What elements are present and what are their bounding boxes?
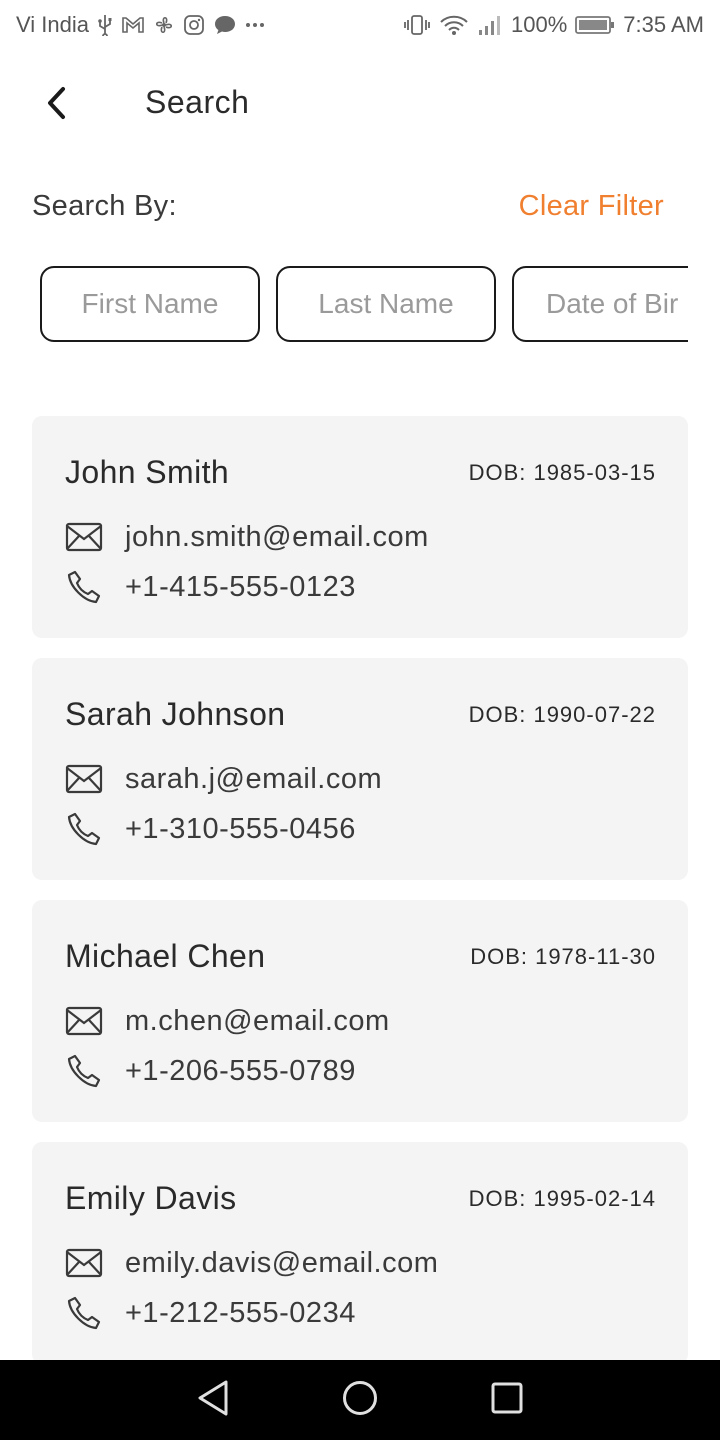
result-email-row: sarah.j@email.com <box>65 760 382 798</box>
filter-chip-date-of-birth[interactable]: Date of Bir <box>512 266 688 342</box>
wifi-icon <box>439 14 469 36</box>
phone-icon <box>65 1294 103 1332</box>
result-phone: +1-212-555-0234 <box>125 1296 356 1329</box>
nav-home-button[interactable] <box>330 1370 390 1430</box>
fan-icon <box>153 14 175 36</box>
phone-icon <box>65 810 103 848</box>
result-email: john.smith@email.com <box>125 520 429 553</box>
status-bar: Vi India 100% 7:35 AM <box>0 0 720 50</box>
nav-recents-button[interactable] <box>477 1370 537 1430</box>
message-icon <box>213 14 237 36</box>
result-card[interactable]: John Smith DOB: 1985-03-15 john.smith@em… <box>32 416 688 638</box>
result-phone-row: +1-212-555-0234 <box>65 1294 356 1332</box>
result-dob: DOB: 1985-03-15 <box>468 460 656 485</box>
results-list: John Smith DOB: 1985-03-15 john.smith@em… <box>32 416 688 1384</box>
result-name: Michael Chen <box>65 938 266 974</box>
more-icon <box>245 22 265 28</box>
result-dob: DOB: 1995-02-14 <box>468 1186 656 1211</box>
mail-icon <box>65 1244 103 1282</box>
chevron-left-icon <box>43 85 71 126</box>
battery-icon <box>575 15 615 35</box>
filter-chip-strip[interactable]: First Name Last Name Date of Bir <box>40 266 688 344</box>
result-phone-row: +1-206-555-0789 <box>65 1052 356 1090</box>
usb-icon <box>97 14 113 36</box>
filter-chip-first-name[interactable]: First Name <box>40 266 260 342</box>
vibrate-icon <box>403 14 431 36</box>
mail-icon <box>65 518 103 556</box>
home-circle-icon <box>341 1379 379 1422</box>
carrier-name: Vi India <box>16 12 89 37</box>
search-by-row: Search By: Clear Filter <box>32 188 664 228</box>
battery-percent: 100% <box>511 12 568 37</box>
nav-back-button[interactable] <box>183 1370 243 1430</box>
result-name: Emily Davis <box>65 1180 237 1216</box>
signal-icon <box>477 14 503 36</box>
result-email: m.chen@email.com <box>125 1004 390 1037</box>
result-email: emily.davis@email.com <box>125 1246 439 1279</box>
phone-icon <box>65 568 103 606</box>
mail-icon <box>65 760 103 798</box>
result-email-row: emily.davis@email.com <box>65 1244 438 1282</box>
gmail-icon <box>121 16 145 34</box>
result-name: John Smith <box>65 454 230 490</box>
result-phone: +1-206-555-0789 <box>125 1054 356 1087</box>
status-right: 100% 7:35 AM <box>403 12 704 38</box>
app-bar: Search <box>0 64 720 148</box>
result-phone-row: +1-415-555-0123 <box>65 568 356 606</box>
result-phone: +1-415-555-0123 <box>125 570 356 603</box>
clock: 7:35 AM <box>623 12 704 37</box>
search-by-label: Search By: <box>32 190 177 222</box>
result-dob: DOB: 1990-07-22 <box>468 702 656 727</box>
result-email: sarah.j@email.com <box>125 762 383 795</box>
back-triangle-icon <box>196 1379 230 1422</box>
mail-icon <box>65 1002 103 1040</box>
result-name: Sarah Johnson <box>65 696 286 732</box>
result-card[interactable]: Sarah Johnson DOB: 1990-07-22 sarah.j@em… <box>32 658 688 880</box>
result-dob: DOB: 1978-11-30 <box>470 944 656 969</box>
page-title: Search <box>145 84 250 120</box>
result-card[interactable]: Emily Davis DOB: 1995-02-14 emily.davis@… <box>32 1142 688 1364</box>
status-left: Vi India <box>16 12 265 38</box>
filter-chip-track: First Name Last Name Date of Bir <box>40 266 688 342</box>
phone-icon <box>65 1052 103 1090</box>
result-phone-row: +1-310-555-0456 <box>65 810 356 848</box>
result-card[interactable]: Michael Chen DOB: 1978-11-30 m.chen@emai… <box>32 900 688 1122</box>
filter-chip-last-name[interactable]: Last Name <box>276 266 496 342</box>
system-nav-bar <box>0 1360 720 1440</box>
result-phone: +1-310-555-0456 <box>125 812 356 845</box>
result-email-row: m.chen@email.com <box>65 1002 390 1040</box>
result-email-row: john.smith@email.com <box>65 518 429 556</box>
clear-filter-button[interactable]: Clear Filter <box>519 190 664 223</box>
instagram-icon <box>183 14 205 36</box>
back-button[interactable] <box>30 78 84 132</box>
recents-square-icon <box>490 1381 524 1420</box>
